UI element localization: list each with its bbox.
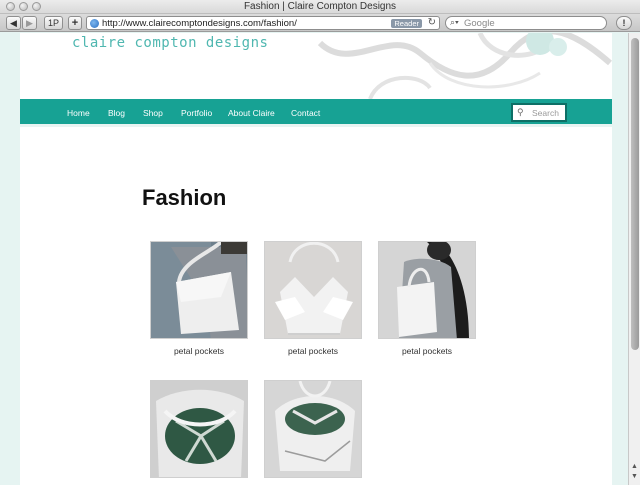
address-url[interactable]: http://www.clairecomptondesigns.com/fash…: [102, 18, 297, 29]
gear-icon: !: [622, 18, 626, 28]
gallery-caption[interactable]: petal pockets: [378, 346, 476, 356]
page-viewport: claire compton designs Home Blog Shop Po…: [0, 33, 628, 485]
nav-item-home[interactable]: Home: [67, 108, 90, 118]
nav-item-portfolio[interactable]: Portfolio: [181, 108, 212, 118]
browser-search-placeholder: Google: [464, 18, 495, 29]
site-logo[interactable]: claire compton designs: [72, 35, 268, 51]
gallery-thumbnail[interactable]: [264, 380, 362, 478]
site-search-input[interactable]: ⚲ Search: [511, 103, 567, 122]
browser-search-field[interactable]: ⌕▾ Google: [445, 16, 607, 30]
vertical-scrollbar[interactable]: ▲ ▼: [628, 33, 640, 485]
decorative-swirl-icon: [317, 33, 612, 99]
forward-button[interactable]: ▶: [22, 16, 37, 30]
gallery-thumbnail[interactable]: [150, 241, 248, 339]
onepassword-label: 1P: [47, 18, 59, 28]
window-titlebar: Fashion | Claire Compton Designs: [0, 0, 640, 14]
browser-toolbar: ◀ ▶ 1P + http://www.clairecomptondesigns…: [0, 14, 640, 32]
reload-icon[interactable]: ↻: [428, 17, 436, 28]
gallery-caption[interactable]: petal pockets: [150, 346, 248, 356]
globe-icon: [90, 19, 99, 28]
search-icon: ⌕▾: [450, 17, 459, 27]
main-navigation: Home Blog Shop Portfolio About Claire Co…: [20, 99, 612, 127]
gallery-thumbnail[interactable]: [150, 380, 248, 478]
tote-bag-photo: [379, 242, 475, 338]
site-header: claire compton designs: [20, 33, 612, 99]
nav-item-contact[interactable]: Contact: [291, 108, 320, 118]
scroll-down-icon[interactable]: ▼: [631, 473, 638, 480]
window-title: Fashion | Claire Compton Designs: [243, 1, 397, 12]
tote-bag-photo: [151, 242, 247, 338]
settings-button[interactable]: !: [616, 16, 632, 30]
tote-bag-photo: [265, 242, 361, 338]
back-button[interactable]: ◀: [6, 16, 21, 30]
tote-bag-photo: [151, 381, 247, 477]
back-arrow-icon: ◀: [10, 17, 17, 28]
gallery-caption[interactable]: petal pockets: [264, 346, 362, 356]
tote-bag-photo: [265, 381, 361, 477]
search-icon: ⚲: [517, 107, 524, 117]
address-bar[interactable]: http://www.clairecomptondesigns.com/fash…: [86, 16, 440, 30]
nav-item-about[interactable]: About Claire: [228, 108, 275, 118]
scroll-up-icon[interactable]: ▲: [631, 463, 638, 470]
page-title: Fashion: [142, 185, 227, 210]
nav-item-blog[interactable]: Blog: [108, 108, 125, 118]
gallery-thumbnail[interactable]: [378, 241, 476, 339]
plus-icon: +: [71, 17, 79, 29]
gallery-thumbnail[interactable]: [264, 241, 362, 339]
nav-item-shop[interactable]: Shop: [143, 108, 163, 118]
reader-button[interactable]: Reader: [391, 19, 422, 28]
add-bookmark-button[interactable]: +: [68, 16, 82, 30]
site-search-placeholder: Search: [532, 108, 559, 118]
page-container: claire compton designs Home Blog Shop Po…: [20, 33, 612, 485]
scrollbar-thumb[interactable]: [631, 38, 639, 350]
forward-arrow-icon: ▶: [26, 17, 33, 28]
onepassword-button[interactable]: 1P: [44, 16, 63, 30]
